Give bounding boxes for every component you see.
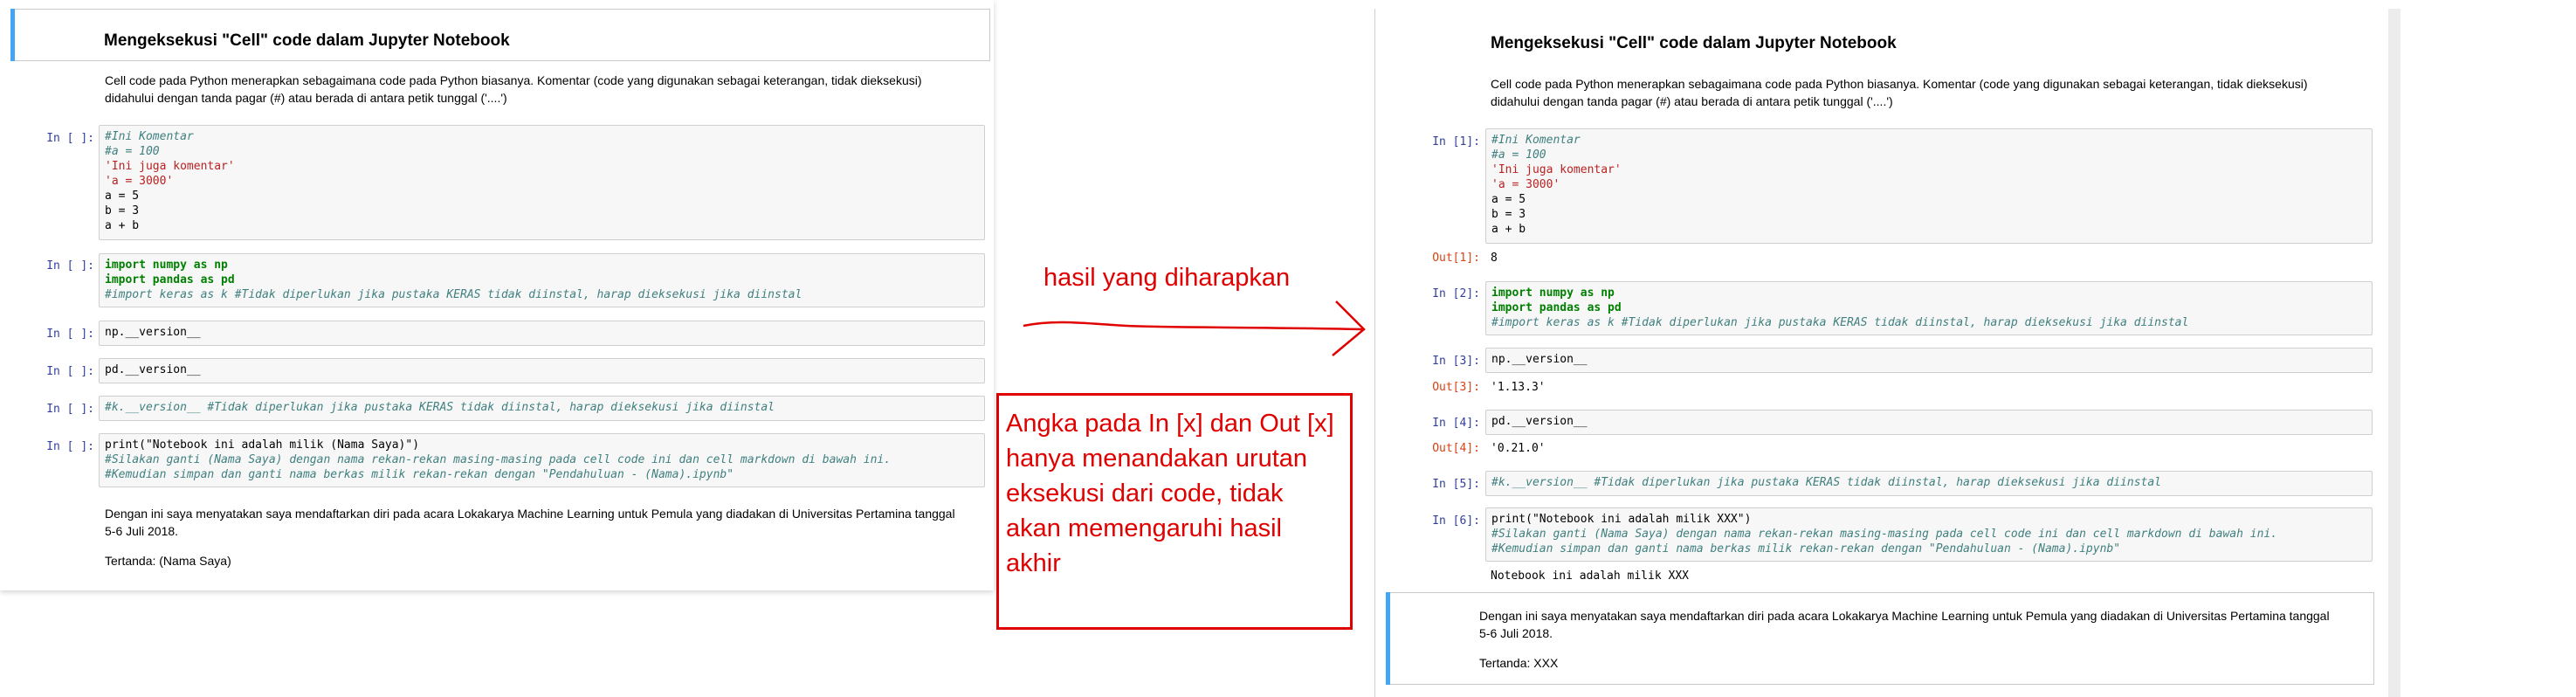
input-prompt: In [3]: [1432, 355, 1480, 368]
notebook-heading: Mengeksekusi "Cell" code dalam Jupyter N… [1491, 34, 1897, 52]
code-cell-3[interactable]: np.__version__ [99, 321, 985, 346]
input-prompt: In [6]: [1432, 514, 1480, 528]
cell-output: '0.21.0' [1491, 442, 1546, 455]
output-prompt: Out[1]: [1432, 252, 1480, 265]
markdown-cell-closing[interactable]: Dengan ini saya menyatakan saya mendafta… [1386, 592, 2374, 685]
signature-line: Tertanda: (Nama Saya) [105, 554, 231, 568]
code-cell-5[interactable]: #k.__version__ #Tidak diperlukan jika pu… [99, 396, 985, 421]
code-cell-6[interactable]: print("Notebook ini adalah milik (Nama S… [99, 433, 985, 487]
input-prompt: In [4]: [1432, 417, 1480, 430]
input-prompt: In [2]: [1432, 287, 1480, 300]
input-prompt: In [1]: [1432, 135, 1480, 148]
input-prompt: In [5]: [1432, 478, 1480, 491]
code-cell-2[interactable]: import numpy as np import pandas as pd #… [99, 253, 985, 307]
input-prompt: In [ ]: [46, 440, 94, 453]
intro-text: Cell code pada Python menerapkan sebagai… [1491, 77, 2308, 108]
code-cell-2[interactable]: import numpy as np import pandas as pd #… [1485, 281, 2373, 335]
markdown-cell-closing[interactable]: Dengan ini saya menyatakan saya mendafta… [105, 505, 976, 569]
expected-result-label: hasil yang diharapkan [1043, 264, 1291, 292]
intro-text: Cell code pada Python menerapkan sebagai… [105, 73, 922, 105]
input-prompt: In [ ]: [46, 328, 94, 341]
code-cell-3[interactable]: np.__version__ [1485, 348, 2373, 373]
execution-order-note: Angka pada In [x] dan Out [x] hanya mena… [996, 393, 1353, 630]
input-prompt: In [ ]: [46, 132, 94, 145]
input-prompt: In [ ]: [46, 403, 94, 416]
arrow-icon [1023, 300, 1366, 356]
print-output: Notebook ini adalah milik XXX [1491, 569, 1689, 583]
cell-output: 8 [1491, 252, 1498, 265]
code-cell-5[interactable]: #k.__version__ #Tidak diperlukan jika pu… [1485, 471, 2373, 496]
code-cell-1[interactable]: #Ini Komentar #a = 100 'Ini juga komenta… [1485, 128, 2373, 244]
output-prompt: Out[4]: [1432, 442, 1480, 455]
code-cell-4[interactable]: pd.__version__ [99, 358, 985, 383]
notebook-heading: Mengeksekusi "Cell" code dalam Jupyter N… [104, 31, 510, 50]
output-prompt: Out[3]: [1432, 381, 1480, 394]
notebook-executed: Mengeksekusi "Cell" code dalam Jupyter N… [1374, 9, 2400, 697]
notebook-unexecuted: Mengeksekusi "Cell" code dalam Jupyter N… [0, 0, 994, 590]
input-prompt: In [ ]: [46, 365, 94, 378]
input-prompt: In [ ]: [46, 259, 94, 273]
code-cell-1[interactable]: #Ini Komentar #a = 100 'Ini juga komenta… [99, 125, 985, 240]
code-cell-4[interactable]: pd.__version__ [1485, 410, 2373, 435]
cell-output: '1.13.3' [1491, 381, 1546, 394]
note-text: Angka pada In [x] dan Out [x] hanya mena… [1006, 410, 1334, 577]
markdown-cell-title[interactable]: Mengeksekusi "Cell" code dalam Jupyter N… [10, 9, 990, 61]
signature-line: Tertanda: XXX [1479, 656, 1559, 670]
code-cell-6[interactable]: print("Notebook ini adalah milik XXX") #… [1485, 507, 2373, 562]
